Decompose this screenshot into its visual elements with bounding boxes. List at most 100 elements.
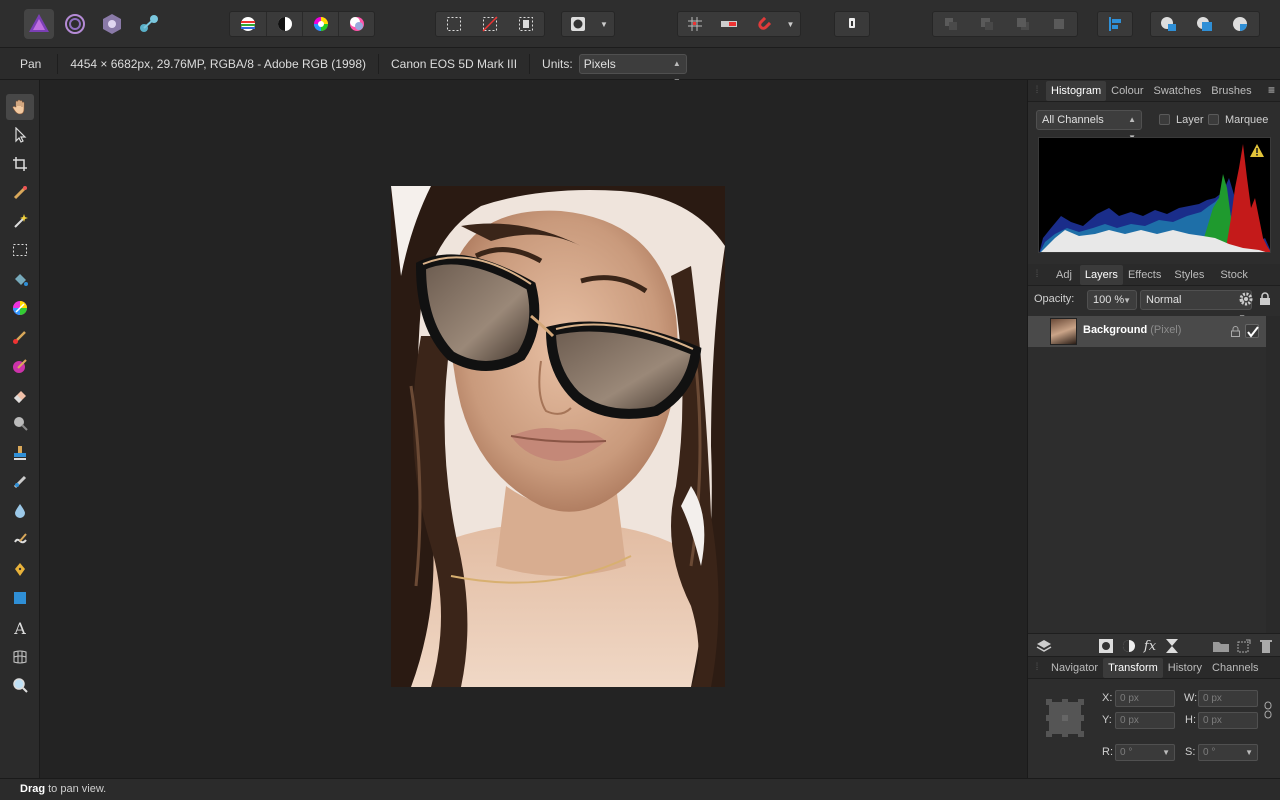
panel-menu-icon[interactable]: ≡ [1268,83,1275,97]
live-filter-button[interactable] [1164,638,1180,654]
flood-select-tool[interactable] [6,208,34,234]
tab-channels[interactable]: Channels [1207,658,1263,678]
white-balance-button[interactable] [338,12,374,36]
smudge-tool[interactable] [6,527,34,553]
gear-icon[interactable] [1239,292,1253,306]
x-field[interactable]: 0 px [1115,690,1175,707]
crop-tool[interactable] [6,151,34,177]
opacity-field[interactable]: 100 % ▼ [1087,290,1137,310]
tab-history[interactable]: History [1163,658,1207,678]
pen-tool[interactable] [6,556,34,582]
intersect-button[interactable] [1223,12,1259,36]
hsl-button[interactable] [302,12,338,36]
add-group-button[interactable] [1213,638,1229,654]
align-group [1097,11,1133,37]
marquee-tool[interactable] [6,237,34,263]
layers-stack-button[interactable] [1036,638,1052,654]
units-select[interactable]: Pixels ▲▼ [578,53,687,86]
zoom-tool[interactable] [6,672,34,698]
develop-persona-button[interactable] [97,9,127,39]
levels-button[interactable] [230,12,266,36]
force-pixel-button[interactable] [835,12,869,36]
dodge-tool[interactable] [6,411,34,437]
rotation-field[interactable]: 0 ° ▼ [1115,744,1175,761]
snapping-button[interactable] [747,12,781,36]
panel-grip-icon[interactable]: ⁞ [1028,269,1046,280]
y-field[interactable]: 0 px [1115,712,1175,729]
blend-mode-select[interactable]: Normal ▲▼ [1140,290,1252,322]
tab-effects[interactable]: Effects [1123,265,1166,285]
layer-row-background[interactable]: Background (Pixel) [1028,316,1266,347]
tab-brushes[interactable]: Brushes [1206,81,1256,101]
move-tool[interactable] [6,122,34,148]
layer-lock-icon[interactable] [1231,326,1240,337]
grid-button[interactable] [678,12,712,36]
export-persona-button[interactable] [134,9,164,39]
fill-tool[interactable] [6,267,34,293]
tab-layers[interactable]: Layers [1079,264,1123,285]
panel-grip-icon[interactable]: ⁞ [1028,662,1046,673]
effects-button[interactable]: fx [1142,638,1158,654]
arrange-back-button[interactable] [933,12,969,36]
layers-scrollbar[interactable] [1266,316,1280,633]
tab-navigator[interactable]: Navigator [1046,658,1103,678]
adjustment-layer-button[interactable] [1121,638,1137,654]
gradient-tool[interactable] [6,295,34,321]
pan-tool[interactable] [6,94,34,120]
arrange-backward-button[interactable] [969,12,1005,36]
invert-selection-button[interactable] [508,12,544,36]
marquee-checkbox[interactable] [1208,114,1219,125]
black-white-button[interactable] [266,12,302,36]
arrange-forward-button[interactable] [1005,12,1041,36]
lock-icon[interactable] [1259,292,1271,306]
liquify-persona-icon [65,14,85,34]
anchor-selector-icon[interactable] [1045,698,1085,738]
quick-adjust-group [229,11,375,37]
selection-brush-tool[interactable] [6,180,34,206]
photo-persona-button[interactable] [24,9,54,39]
magic-wand-icon [14,214,28,228]
rectangle-tool[interactable] [6,585,34,611]
tab-styles[interactable]: Styles [1166,265,1212,285]
document-canvas[interactable] [40,80,1027,778]
select-all-button[interactable] [436,12,472,36]
clone-tool[interactable] [6,440,34,466]
add-button[interactable] [1151,12,1187,36]
align-button[interactable] [1098,12,1132,36]
deselect-button[interactable] [472,12,508,36]
subtract-button[interactable] [1187,12,1223,36]
liquify-persona-button[interactable] [60,9,90,39]
quick-mask-dropdown[interactable]: ▼ [594,12,614,36]
healing-tool[interactable] [6,469,34,495]
snapping-dropdown[interactable]: ▼ [781,12,800,36]
mask-layer-button[interactable] [1098,638,1114,654]
tab-stock[interactable]: Stock [1212,265,1256,285]
panel-grip-icon[interactable]: ⁞ [1028,85,1046,96]
layer-name: Background (Pixel) [1083,324,1181,336]
link-chain-icon[interactable] [1264,701,1272,719]
shear-field[interactable]: 0 ° ▼ [1198,744,1258,761]
arrange-front-button[interactable] [1041,12,1077,36]
layer-visibility-checkbox[interactable] [1245,324,1259,338]
assistant-button[interactable] [712,12,746,36]
delete-layer-button[interactable] [1258,638,1274,654]
layer-checkbox[interactable] [1159,114,1170,125]
dropdown-arrow-icon: ▼ [1162,748,1170,757]
erase-tool[interactable] [6,382,34,408]
tab-swatches[interactable]: Swatches [1149,81,1207,101]
quick-mask-button[interactable] [562,12,594,36]
develop-persona-icon [103,14,121,34]
tab-transform[interactable]: Transform [1103,657,1163,678]
tab-colour[interactable]: Colour [1106,81,1148,101]
w-field[interactable]: 0 px [1198,690,1258,707]
tab-histogram[interactable]: Histogram [1046,80,1107,101]
blur-tool[interactable] [6,498,34,524]
channel-select[interactable]: All Channels ▲▼ [1036,110,1142,142]
h-field[interactable]: 0 px [1198,712,1258,729]
paint-brush-tool[interactable] [6,324,34,350]
add-pixel-layer-button[interactable] [1236,638,1252,654]
colour-replace-tool[interactable] [6,353,34,379]
tab-adjustments[interactable]: Adj [1046,265,1080,285]
mesh-warp-tool[interactable] [6,644,34,670]
text-tool[interactable]: A [6,615,34,641]
